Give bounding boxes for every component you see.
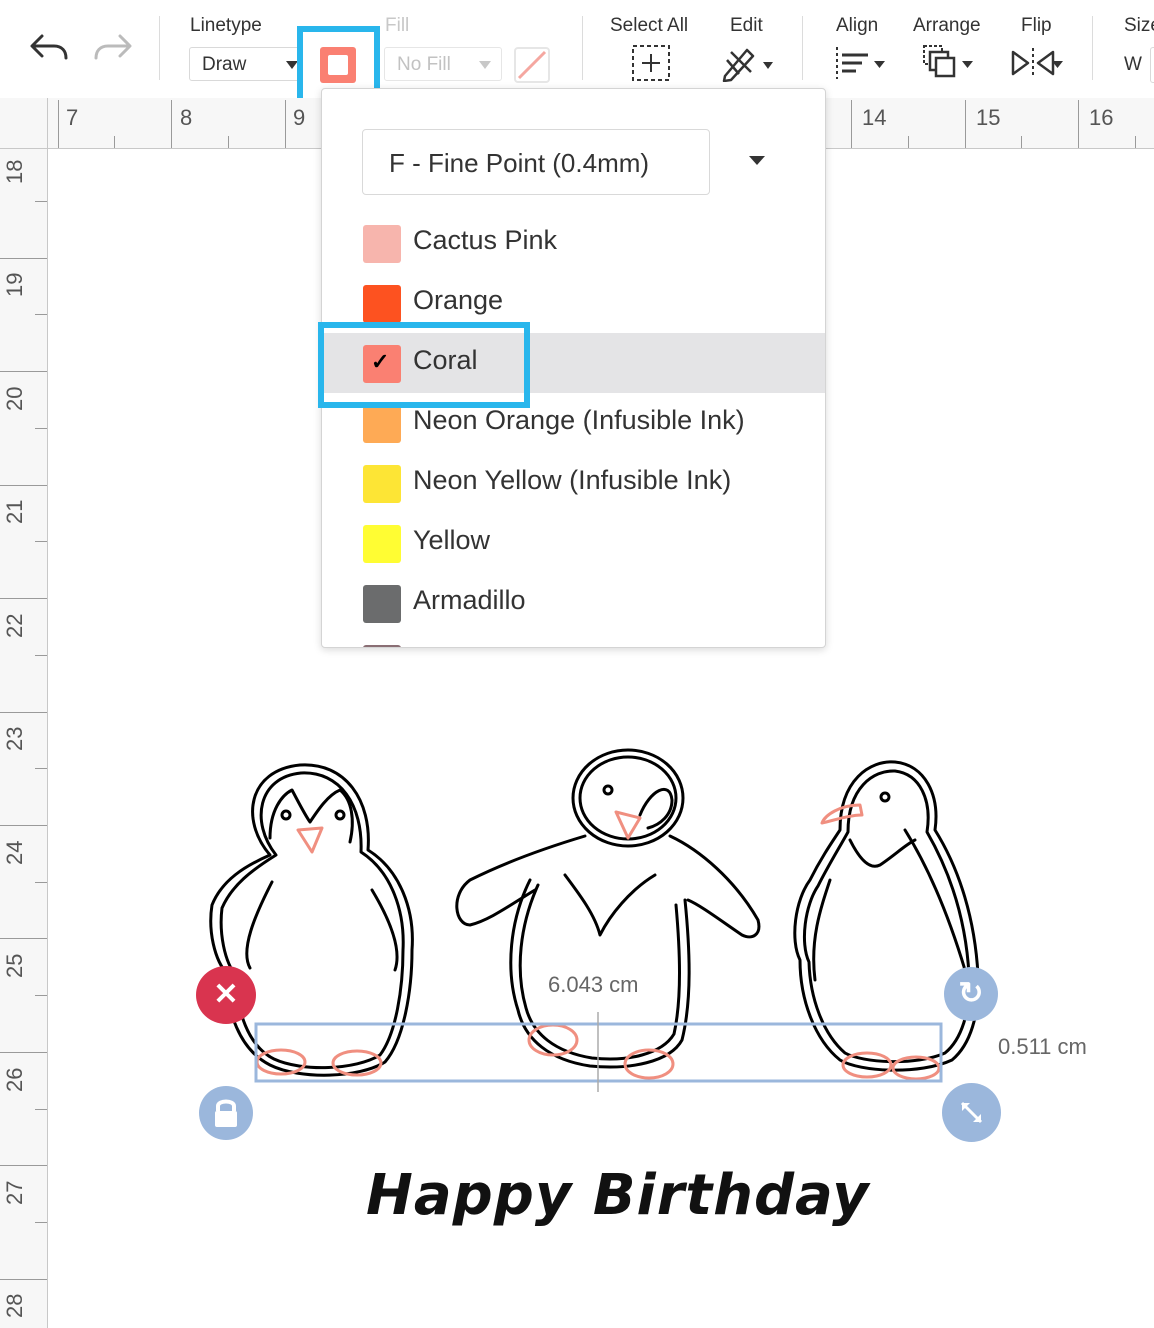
color-swatch xyxy=(363,585,401,623)
color-swatch xyxy=(363,465,401,503)
color-swatch xyxy=(363,225,401,263)
pen-type-value: F - Fine Point (0.4mm) xyxy=(389,148,650,178)
lock-proportions-button[interactable] xyxy=(199,1086,253,1140)
penguin-middle[interactable] xyxy=(455,748,761,1069)
selection-width-dimension: 6.043 cm xyxy=(548,972,639,997)
color-option-partial[interactable] xyxy=(322,633,825,647)
color-option-armadillo[interactable]: Armadillo xyxy=(322,573,825,633)
rotate-selection-button[interactable]: ↻ xyxy=(944,967,998,1021)
resize-diagonal-icon xyxy=(960,1101,983,1124)
selection-height-dimension: 0.511 cm xyxy=(998,1034,1087,1059)
color-swatch xyxy=(363,405,401,443)
color-swatch xyxy=(363,645,401,647)
color-name: Orange xyxy=(413,285,504,315)
color-option-yellow[interactable]: Yellow xyxy=(322,513,825,573)
color-option-neon-yellow[interactable]: Neon Yellow (Infusible Ink) xyxy=(322,453,825,513)
color-swatch xyxy=(363,285,401,323)
color-name: Armadillo xyxy=(413,585,526,615)
color-swatch xyxy=(363,525,401,563)
color-option-cactus-pink[interactable]: Cactus Pink xyxy=(322,213,825,273)
color-name: Neon Orange (Infusible Ink) xyxy=(413,405,745,435)
rotate-icon: ↻ xyxy=(958,977,984,1010)
greeting-text[interactable]: Happy Birthday xyxy=(366,1163,870,1228)
resize-selection-button[interactable] xyxy=(942,1083,1001,1142)
delete-selection-button[interactable]: ✕ xyxy=(196,966,256,1024)
lock-icon xyxy=(215,1099,237,1127)
color-name: Yellow xyxy=(413,525,491,555)
color-name: Cactus Pink xyxy=(413,225,558,255)
pen-type-select[interactable]: F - Fine Point (0.4mm) xyxy=(362,129,710,195)
coral-option-highlight xyxy=(318,322,530,408)
penguin-left[interactable] xyxy=(209,763,414,1077)
color-name: Neon Yellow (Infusible Ink) xyxy=(413,465,732,495)
chevron-down-icon[interactable] xyxy=(749,156,765,165)
ruler-corner xyxy=(0,98,48,149)
close-icon: ✕ xyxy=(213,978,239,1011)
